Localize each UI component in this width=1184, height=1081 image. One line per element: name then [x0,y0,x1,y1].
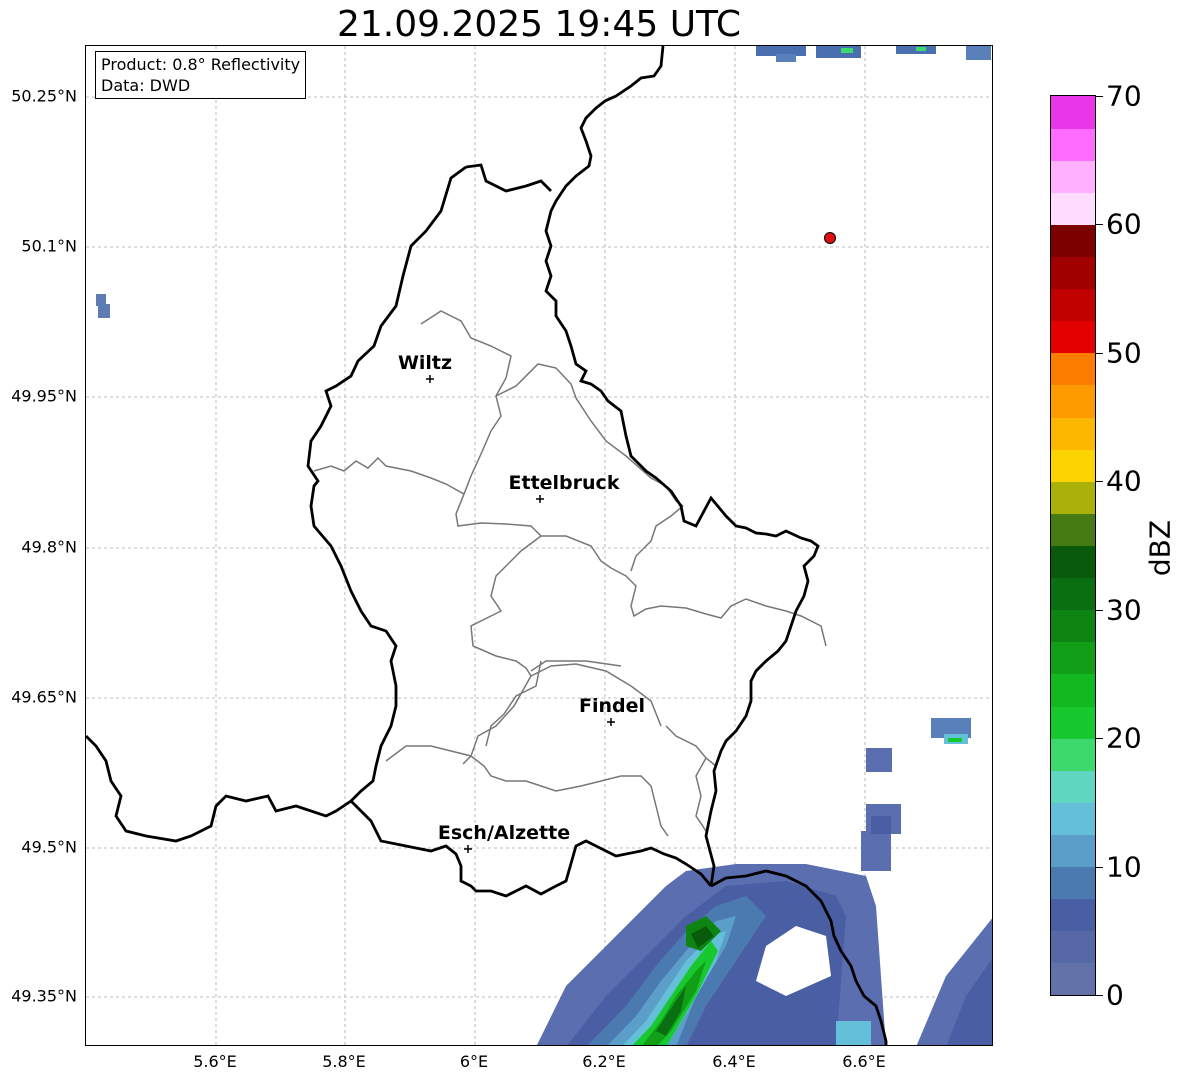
lon-label: 6.4°E [712,1052,756,1071]
colorbar-segment [1051,481,1095,514]
colorbar-segment [1051,962,1095,996]
canton-borders [313,310,827,837]
colorbar-segment [1051,577,1095,611]
colorbar-tick [1096,995,1103,996]
lat-label: 49.8°N [21,537,77,557]
lon-label: 5.6°E [193,1052,237,1071]
colorbar-tick [1096,738,1103,740]
colorbar-segment [1051,128,1095,161]
colorbar-segment [1051,384,1095,418]
colorbar-tick [1096,352,1103,354]
data-source-label: Data: DWD [101,76,191,95]
colorbar-segment [1051,834,1095,868]
colorbar-segment [1051,866,1095,900]
colorbar-segment [1051,673,1095,707]
colorbar-tick [1096,866,1103,868]
colorbar-tick-label: 20 [1106,721,1142,755]
colorbar-segment [1051,609,1095,643]
colorbar-segment [1051,320,1095,354]
colorbar-segment [1051,224,1095,258]
colorbar-tick [1096,481,1103,483]
lon-label: 6°E [459,1052,489,1071]
colorbar-tick-label: 60 [1106,207,1142,241]
colorbar-tick-label: 10 [1106,850,1142,884]
location-marker[interactable] [824,232,836,244]
city-label-ettelbruck: Ettelbruck [509,472,620,494]
colorbar-tick-label: 70 [1106,79,1142,113]
colorbar-segment [1051,256,1095,290]
map-title: 21.09.2025 19:45 UTC [336,4,742,45]
colorbar-segment [1051,449,1095,482]
colorbar-segment [1051,288,1095,322]
city-label-esch-alzette: Esch/Alzette [438,822,570,844]
colorbar-segment [1051,738,1095,771]
colorbar-segment [1051,802,1095,835]
colorbar-segment [1051,192,1095,225]
radar-map[interactable]: Wiltz Ettelbruck Findel Esch/Alzette Pro… [85,45,993,1046]
city-label-wiltz: Wiltz [398,352,452,374]
lon-label: 6.2°E [582,1052,626,1071]
colorbar-segment [1051,770,1095,803]
lat-label: 50.1°N [21,236,77,256]
colorbar-segment [1051,417,1095,450]
product-label: Product: 0.8° Reflectivity [101,55,301,74]
colorbar-tick-label: 50 [1106,336,1142,370]
lat-label: 49.5°N [21,837,77,857]
colorbar-segment [1051,352,1095,386]
colorbar-segment [1051,898,1095,932]
colorbar-tick-label: 40 [1106,464,1142,498]
colorbar-tick-label: 30 [1106,593,1142,627]
lat-label: 49.35°N [11,986,77,1006]
lon-label: 5.8°E [322,1052,366,1071]
colorbar-tick [1096,224,1103,226]
city-label-findel: Findel [579,695,645,717]
colorbar-segment [1051,160,1095,193]
colorbar [1050,95,1096,996]
colorbar-label: dBZ [1143,519,1177,577]
lon-label: 6.6°E [842,1052,886,1071]
colorbar-segment [1051,513,1095,546]
colorbar-tick [1096,609,1103,611]
colorbar-tick [1096,96,1103,97]
colorbar-tick-label: 0 [1106,978,1124,1012]
lat-label: 49.65°N [11,687,77,707]
colorbar-segment [1051,930,1095,964]
radar-echoes [96,46,992,1045]
map-canvas: Wiltz Ettelbruck Findel Esch/Alzette [86,46,992,1045]
colorbar-segment [1051,545,1095,579]
lat-label: 50.25°N [11,86,77,106]
colorbar-segment [1051,96,1095,129]
product-info-box: Product: 0.8° Reflectivity Data: DWD [95,51,307,99]
colorbar-segment [1051,706,1095,739]
lat-label: 49.95°N [11,386,77,406]
colorbar-segment [1051,641,1095,675]
